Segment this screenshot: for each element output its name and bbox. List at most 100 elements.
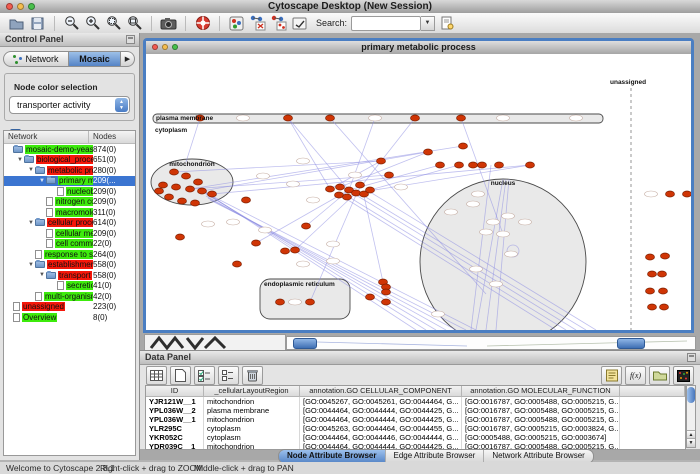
tree-row[interactable]: response to stimulu264(0) <box>4 249 135 260</box>
network-node[interactable] <box>306 299 315 305</box>
network-node[interactable] <box>469 162 478 168</box>
maximize-icon[interactable] <box>172 44 178 50</box>
network-node[interactable] <box>661 253 670 259</box>
tree-column-nodes[interactable]: Nodes <box>89 131 135 143</box>
help-icon[interactable] <box>194 15 211 32</box>
network-node[interactable] <box>495 162 504 168</box>
network-node[interactable] <box>182 173 191 179</box>
table-row[interactable]: YPL036W__2plasma membrane[GO:0044464, GO… <box>146 406 685 415</box>
unselect-attributes-icon[interactable] <box>218 366 239 385</box>
function-builder-icon[interactable]: f(x) <box>625 366 646 385</box>
tree-row[interactable]: nucleobase-209(0) <box>4 186 135 197</box>
table-header-cell[interactable]: annotation.GO MOLECULAR_FUNCTION <box>462 386 620 396</box>
network-node[interactable] <box>459 143 468 149</box>
import-attributes-icon[interactable] <box>649 366 670 385</box>
network-canvas[interactable]: plasma membranemitochondrionnucleusendop… <box>146 54 691 330</box>
network-node[interactable] <box>385 172 394 178</box>
network-node[interactable] <box>356 182 365 188</box>
network-node[interactable] <box>159 182 168 188</box>
tree-expand-icon[interactable]: ▼ <box>27 262 35 268</box>
table-vertical-scrollbar[interactable]: ▲ ▼ <box>686 385 696 448</box>
network-node[interactable] <box>178 198 187 204</box>
network-node[interactable] <box>352 190 361 196</box>
network-node[interactable] <box>478 162 487 168</box>
network-node[interactable] <box>455 162 464 168</box>
network-node[interactable] <box>658 271 667 277</box>
network-node[interactable] <box>366 294 375 300</box>
network-node[interactable] <box>276 299 285 305</box>
tree-row[interactable]: macromolecule311(0) <box>4 207 135 218</box>
tree-expand-icon[interactable]: ▼ <box>16 157 24 163</box>
network-node[interactable] <box>335 192 344 198</box>
network-node[interactable] <box>457 115 466 121</box>
zoom-fit-icon[interactable] <box>126 15 143 32</box>
network-node[interactable] <box>648 271 657 277</box>
network-node[interactable] <box>411 115 420 121</box>
table-header-cell[interactable]: _cellularLayoutRegion <box>204 386 300 396</box>
open-icon[interactable] <box>8 15 25 32</box>
zoom-selected-icon[interactable] <box>105 15 122 32</box>
minimize-window-button[interactable] <box>17 3 24 10</box>
network-node[interactable] <box>170 169 179 175</box>
table-row[interactable]: YKR052Ccytoplasm[GO:0044464, GO:0044446,… <box>146 433 685 442</box>
network-node[interactable] <box>377 158 386 164</box>
tab-network[interactable]: Network <box>3 51 69 67</box>
tree-row[interactable]: secretion41(0) <box>4 281 135 292</box>
search-input[interactable] <box>351 16 421 31</box>
network-node[interactable] <box>302 223 311 229</box>
close-window-button[interactable] <box>6 3 13 10</box>
scroll-down-icon[interactable]: ▼ <box>687 438 695 447</box>
network-node[interactable] <box>366 187 375 193</box>
tree-row[interactable]: unassigned223(0) <box>4 302 135 313</box>
node-color-dropdown[interactable]: transporter activity ▲▼ <box>9 96 130 114</box>
vizmapper-icon[interactable] <box>228 15 245 32</box>
float-panel-icon[interactable] <box>126 35 135 44</box>
network-node[interactable] <box>646 254 655 260</box>
network-node[interactable] <box>186 186 195 192</box>
tree-expand-icon[interactable]: ▼ <box>38 272 46 278</box>
tree-expand-icon[interactable]: ▼ <box>27 167 35 173</box>
network-node[interactable] <box>172 184 181 190</box>
network-node[interactable] <box>648 304 657 310</box>
network-node[interactable] <box>382 299 391 305</box>
select-attributes-icon[interactable] <box>194 366 215 385</box>
tab-overflow-button[interactable]: ▶ <box>121 51 135 67</box>
tree-row[interactable]: cellular metabo209(0) <box>4 228 135 239</box>
vertical-scrollbar-thumb[interactable] <box>687 387 695 403</box>
network-node[interactable] <box>343 194 352 200</box>
horizontal-scrollbar-thumb[interactable] <box>293 338 317 349</box>
network-window-titlebar[interactable]: primary metabolic process <box>146 41 691 55</box>
network-canvas-wrap[interactable]: plasma membranemitochondrionnucleusendop… <box>146 54 691 330</box>
network-node[interactable] <box>242 197 251 203</box>
table-row[interactable]: YLR295Ccytoplasm[GO:0045263, GO:0044464,… <box>146 424 685 433</box>
network-window[interactable]: primary metabolic process plasma membran… <box>143 38 694 333</box>
save-icon[interactable] <box>29 15 46 32</box>
zoom-out-icon[interactable] <box>63 15 80 32</box>
delete-attribute-icon[interactable] <box>242 366 263 385</box>
minimize-icon[interactable] <box>162 44 168 50</box>
table-mode-icon[interactable] <box>146 366 167 385</box>
network-node[interactable] <box>208 191 217 197</box>
search-dropdown-arrow[interactable]: ▼ <box>421 16 435 31</box>
tree-row[interactable]: ▼establishment of lo558(0) <box>4 260 135 271</box>
float-panel-icon[interactable] <box>687 353 696 362</box>
close-icon[interactable] <box>152 44 158 50</box>
network-node[interactable] <box>191 200 200 206</box>
network-node[interactable] <box>194 179 203 185</box>
network-node[interactable] <box>326 115 335 121</box>
network-node[interactable] <box>660 304 669 310</box>
zoom-window-button[interactable] <box>28 3 35 10</box>
tree-row[interactable]: cell communicat22(0) <box>4 239 135 250</box>
network-node[interactable] <box>176 234 185 240</box>
edit-pad-icon[interactable] <box>601 366 622 385</box>
network-node[interactable] <box>526 162 535 168</box>
tree-row[interactable]: ▼primary metabo209(... <box>4 176 135 187</box>
network-node[interactable] <box>646 288 655 294</box>
tree-expand-icon[interactable]: ▼ <box>38 178 46 184</box>
tree-expand-icon[interactable]: ▼ <box>27 220 35 226</box>
table-header-cell[interactable]: ID <box>146 386 204 396</box>
network-node[interactable] <box>666 191 675 197</box>
tree-row[interactable]: ▼transport558(0) <box>4 270 135 281</box>
tree-row[interactable]: multi-organism pro42(0) <box>4 291 135 302</box>
new-attribute-icon[interactable] <box>170 366 191 385</box>
